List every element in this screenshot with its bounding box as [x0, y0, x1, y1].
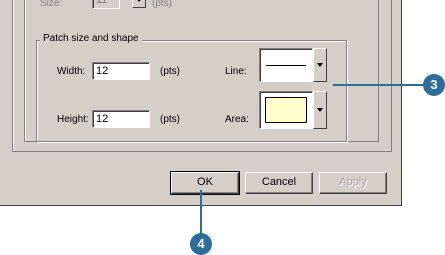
width-label: Width:: [57, 66, 86, 77]
line-dropdown-button[interactable]: [313, 48, 327, 82]
area-dropdown-button[interactable]: [313, 91, 327, 129]
dialog-right-edge: [401, 0, 402, 205]
line-preview: [266, 65, 306, 66]
dialog-window: Size: 11 (pts) Patch size and shape Widt…: [0, 0, 402, 206]
callout-4-badge: 4: [190, 233, 212, 255]
height-unit-label: (pts): [160, 114, 180, 125]
area-preview: [265, 97, 307, 123]
apply-button[interactable]: Apply: [319, 172, 387, 194]
size-input[interactable]: 11: [92, 0, 120, 9]
height-label: Height:: [57, 114, 89, 125]
size-label: Size:: [40, 0, 63, 9]
patch-group-title: Patch size and shape: [40, 33, 142, 44]
size-dropdown-button[interactable]: [132, 0, 146, 8]
width-input[interactable]: 12: [92, 62, 150, 80]
line-style-selector[interactable]: [259, 48, 313, 82]
cancel-button[interactable]: Cancel: [245, 172, 313, 194]
chevron-down-icon: [317, 108, 323, 112]
width-unit-label: (pts): [160, 66, 180, 77]
height-input[interactable]: 12: [92, 110, 150, 128]
line-label: Line:: [225, 66, 247, 77]
chevron-down-icon: [317, 63, 323, 67]
size-unit-label: (pts): [152, 0, 172, 9]
area-style-selector[interactable]: [259, 91, 313, 129]
callout-3-line: [333, 84, 428, 86]
area-label: Area:: [225, 114, 249, 125]
callout-3-badge: 3: [423, 74, 445, 96]
chevron-down-icon: [136, 0, 142, 2]
ok-button[interactable]: OK: [170, 171, 240, 195]
